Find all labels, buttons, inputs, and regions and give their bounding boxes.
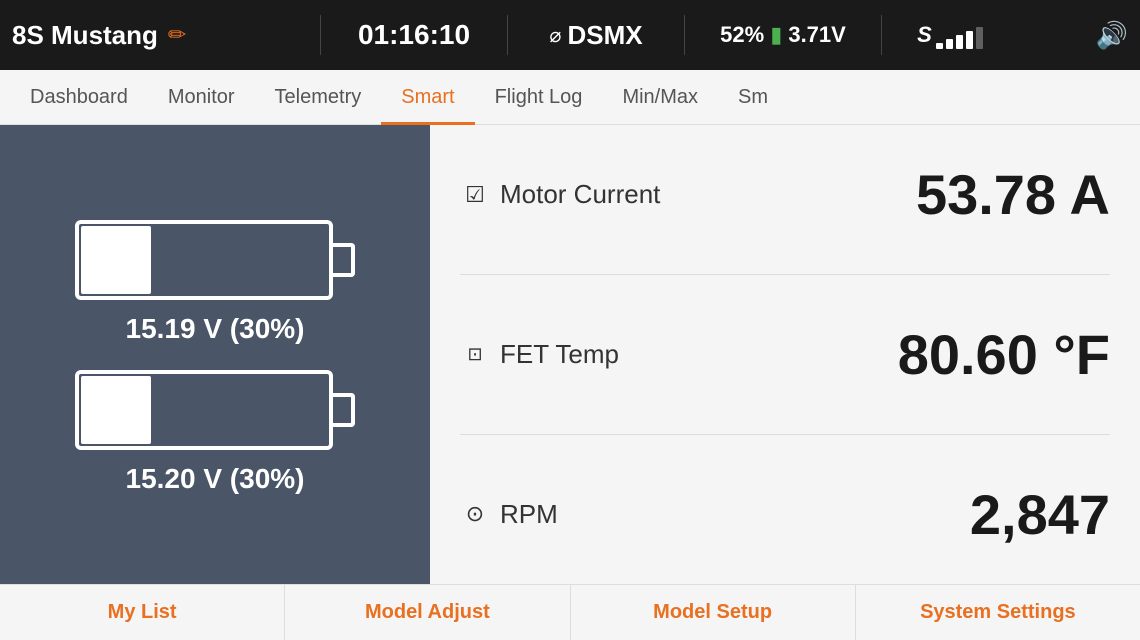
battery-visual-2	[75, 365, 355, 455]
model-name-area: 8S Mustang ✏	[12, 20, 312, 51]
model-name-text[interactable]: 8S Mustang	[12, 20, 158, 51]
signal-bars	[936, 21, 983, 49]
tab-sm[interactable]: Sm	[718, 70, 788, 125]
tab-telemetry[interactable]: Telemetry	[255, 70, 382, 125]
rpm-label: RPM	[500, 499, 558, 530]
divider-3	[684, 15, 685, 55]
right-panel: ☑ Motor Current 53.78 A ⊡ FET Temp 80.60…	[430, 125, 1140, 584]
bottom-tab-my-list[interactable]: My List	[0, 585, 285, 640]
signal-bar-2	[946, 39, 953, 49]
divider-2	[507, 15, 508, 55]
metric-divider-1	[460, 274, 1110, 275]
battery-voltage: 3.71V	[788, 22, 846, 48]
metric-row-fet-temp: ⊡ FET Temp 80.60 °F	[460, 314, 1110, 395]
tab-min-max[interactable]: Min/Max	[602, 70, 718, 125]
tab-smart[interactable]: Smart	[381, 70, 474, 125]
battery-status-area: 52% ▮ 3.71V	[693, 22, 873, 48]
fet-temp-value: 80.60 °F	[898, 322, 1110, 387]
metric-label-area-fet-temp: ⊡ FET Temp	[460, 339, 619, 370]
motor-current-label: Motor Current	[500, 179, 660, 210]
motor-current-value: 53.78 A	[916, 162, 1110, 227]
tab-dashboard[interactable]: Dashboard	[10, 70, 148, 125]
bottom-tab-model-adjust[interactable]: Model Adjust	[285, 585, 570, 640]
top-bar: 8S Mustang ✏ 01:16:10 ⌀ DSMX 52% ▮ 3.71V…	[0, 0, 1140, 70]
timer-display: 01:16:10	[329, 19, 499, 51]
protocol-label: DSMX	[567, 20, 642, 51]
edit-icon[interactable]: ✏	[168, 22, 186, 48]
signal-bar-4	[966, 31, 973, 49]
signal-bar-1	[936, 43, 943, 49]
signal-bar-3	[956, 35, 963, 49]
battery-visual-1	[75, 215, 355, 305]
metric-label-area-rpm: ⊙ RPM	[460, 499, 558, 530]
rpm-icon: ⊙	[460, 501, 490, 527]
metric-label-area-motor-current: ☑ Motor Current	[460, 179, 660, 210]
battery-icon: ▮	[770, 22, 782, 48]
battery-widget-1: 15.19 V (30%)	[75, 215, 355, 345]
rpm-value: 2,847	[970, 482, 1110, 547]
divider-4	[881, 15, 882, 55]
battery-tip-1	[333, 243, 355, 277]
tabs-bar: Dashboard Monitor Telemetry Smart Flight…	[0, 70, 1140, 125]
battery1-label: 15.19 V (30%)	[126, 313, 305, 345]
spektrum-logo: S	[917, 22, 932, 48]
metric-row-motor-current: ☑ Motor Current 53.78 A	[460, 154, 1110, 235]
bottom-tab-system-settings[interactable]: System Settings	[856, 585, 1140, 640]
fet-temp-label: FET Temp	[500, 339, 619, 370]
tab-monitor[interactable]: Monitor	[148, 70, 255, 125]
link-icon: ⌀	[549, 23, 561, 48]
signal-bar-5	[976, 27, 983, 49]
tab-flight-log[interactable]: Flight Log	[475, 70, 603, 125]
metric-row-rpm: ⊙ RPM 2,847	[460, 474, 1110, 555]
battery-percent: 52%	[720, 22, 764, 48]
battery-widget-2: 15.20 V (30%)	[75, 365, 355, 495]
battery2-label: 15.20 V (30%)	[126, 463, 305, 495]
main-content: 15.19 V (30%) 15.20 V (30%) ☑ Motor Curr…	[0, 125, 1140, 584]
bottom-tab-model-setup[interactable]: Model Setup	[571, 585, 856, 640]
divider-1	[320, 15, 321, 55]
metric-divider-2	[460, 434, 1110, 435]
signal-area: S	[890, 21, 1010, 49]
speaker-icon[interactable]: 🔊	[1096, 20, 1128, 51]
battery-tip-2	[333, 393, 355, 427]
speaker-area[interactable]: 🔊	[1010, 20, 1128, 51]
motor-current-icon: ☑	[460, 182, 490, 208]
battery-fill-2	[81, 376, 151, 444]
left-panel: 15.19 V (30%) 15.20 V (30%)	[0, 125, 430, 584]
battery-fill-1	[81, 226, 151, 294]
bottom-bar: My List Model Adjust Model Setup System …	[0, 584, 1140, 640]
fet-temp-icon: ⊡	[460, 344, 490, 365]
protocol-area: ⌀ DSMX	[516, 20, 676, 51]
